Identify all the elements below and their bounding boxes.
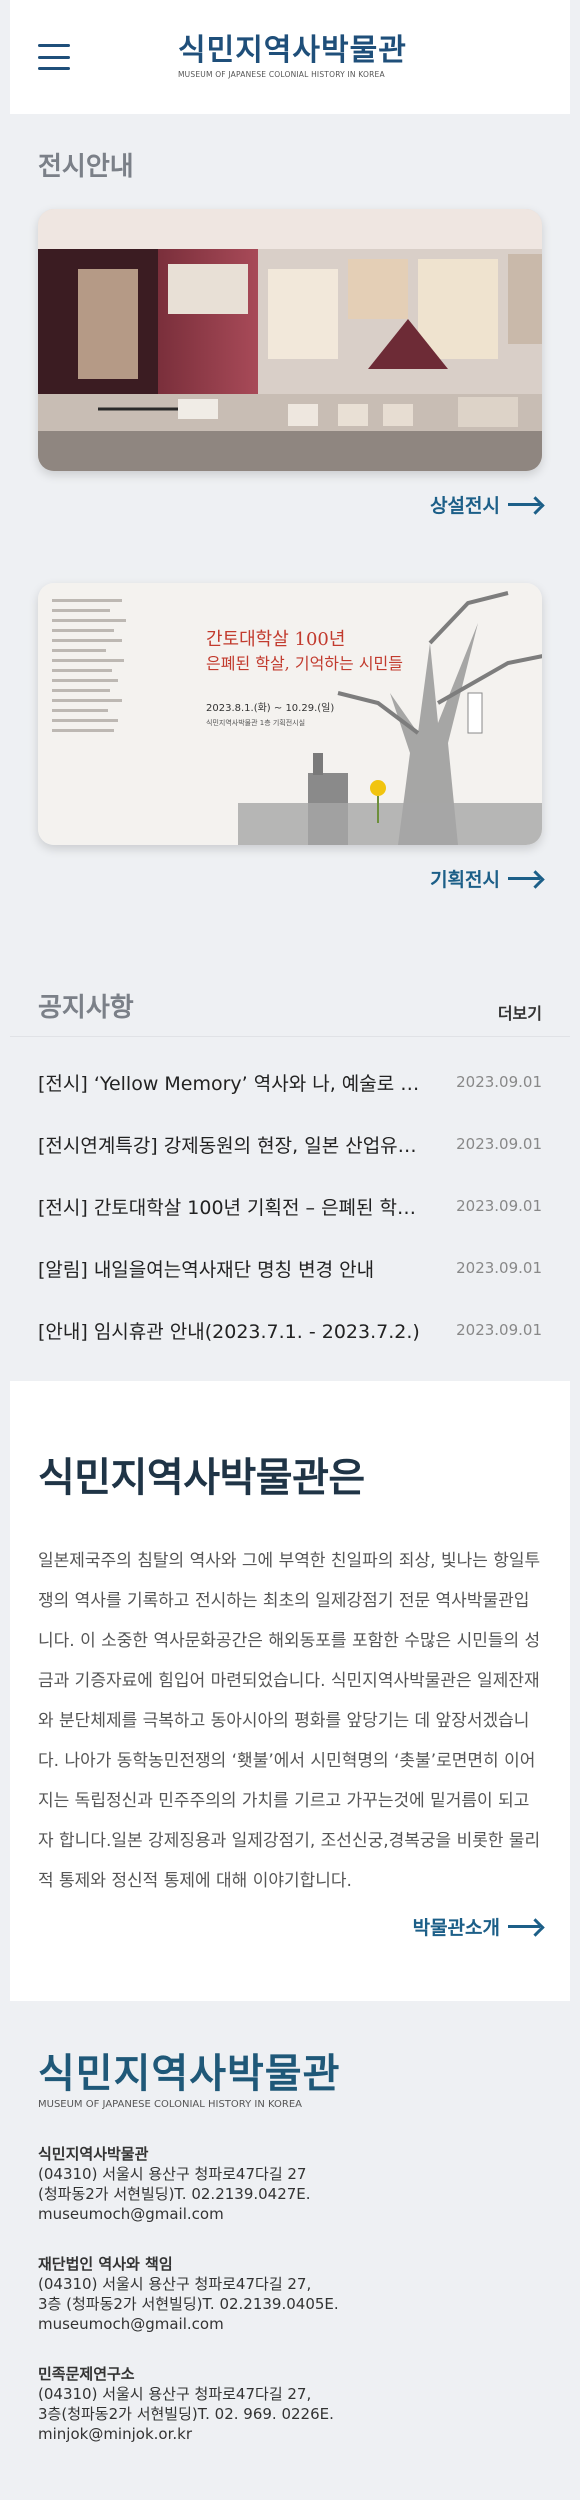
footer-logo-english: MUSEUM OF JAPANESE COLONIAL HISTORY IN K…	[38, 2099, 302, 2110]
footer-org-address: (04310) 서울시 용산구 청파로47다길 27	[38, 2165, 307, 2183]
notice-item-title: [알림] 내일을여는역사재단 명칭 변경 안내	[38, 1258, 375, 1281]
footer-org-email[interactable]: minjok@minjok.or.kr	[38, 2424, 542, 2444]
about-title: 식민지역사박물관은	[38, 1455, 365, 1501]
list-item[interactable]: [전시연계특강] 강제동원의 현장, 일본 산업유산을 가다 2023.09.0…	[38, 1113, 542, 1175]
permanent-exhibition-link[interactable]: 상설전시	[38, 489, 542, 519]
notice-item-title: [안내] 임시휴관 안내(2023.7.1. - 2023.7.2.)	[38, 1320, 420, 1343]
notice-item-title: [전시연계특강] 강제동원의 현장, 일본 산업유산을 가다	[38, 1134, 428, 1157]
footer-org-email[interactable]: museumoch@gmail.com	[38, 2314, 542, 2334]
about-text: 일본제국주의 침탈의 역사와 그에 부역한 친일파의 죄상, 빛나는 항일투쟁의…	[38, 1551, 541, 1891]
permanent-exhibition-label: 상설전시	[430, 494, 500, 517]
site-footer: 식민지역사박물관 MUSEUM OF JAPANESE COLONIAL HIS…	[10, 2001, 570, 2484]
notice-section: 공지사항 더보기 [전시] ‘Yellow Memory’ 역사와 나, 예술로…	[10, 913, 570, 1381]
footer-org-name: 민족문제연구소	[38, 2365, 135, 2383]
list-item[interactable]: [전시] 간토대학살 100년 기획전 – 은폐된 학살, 기억하는 시민들 2…	[38, 1175, 542, 1237]
arrow-right-icon	[508, 1919, 542, 1933]
more-link[interactable]: 더보기	[498, 1000, 542, 1024]
notice-title: 공지사항	[38, 993, 134, 1023]
footer-org-block: 민족문제연구소 (04310) 서울시 용산구 청파로47다길 27, 3층(청…	[38, 2364, 542, 2444]
special-exhibition-poster[interactable]: 간토대학살 100년 은폐된 학살, 기억하는 시민들 2023.8.1.(화)…	[38, 583, 542, 845]
site-logo[interactable]: 식민지역사박물관 MUSEUM OF JAPANESE COLONIAL HIS…	[178, 33, 407, 80]
footer-org-block: 식민지역사박물관 (04310) 서울시 용산구 청파로47다길 27 (청파동…	[38, 2144, 542, 2224]
list-item[interactable]: [전시] ‘Yellow Memory’ 역사와 나, 예술로 잇는 이야기 2…	[38, 1051, 542, 1113]
notice-item-title: [전시] ‘Yellow Memory’ 역사와 나, 예술로 잇는 이야기	[38, 1072, 428, 1095]
notice-item-date: 2023.09.01	[456, 1321, 542, 1339]
permanent-exhibition-image[interactable]	[38, 209, 542, 471]
notice-item-date: 2023.09.01	[456, 1259, 542, 1277]
arrow-right-icon	[508, 497, 542, 511]
notice-item-date: 2023.09.01	[456, 1073, 542, 1091]
notice-item-title: [전시] 간토대학살 100년 기획전 – 은폐된 학살, 기억하는 시민들	[38, 1196, 428, 1219]
notice-item-date: 2023.09.01	[456, 1135, 542, 1153]
footer-org-block: 재단법인 역사와 책임 (04310) 서울시 용산구 청파로47다길 27, …	[38, 2254, 542, 2334]
about-section: 식민지역사박물관은 일본제국주의 침탈의 역사와 그에 부역한 친일파의 죄상,…	[10, 1381, 570, 2001]
poster-venue: 식민지역사박물관 1층 기획전시실	[206, 718, 305, 727]
footer-org-contact: 3층 (청파동2가 서현빌딩)T. 02.2139.0405E.	[38, 2295, 339, 2313]
logo-korean: 식민지역사박물관	[178, 33, 407, 68]
notice-item-date: 2023.09.01	[456, 1197, 542, 1215]
footer-org-name: 식민지역사박물관	[38, 2145, 149, 2163]
footer-logo: 식민지역사박물관 MUSEUM OF JAPANESE COLONIAL HIS…	[38, 2051, 542, 2110]
footer-org-address: (04310) 서울시 용산구 청파로47다길 27,	[38, 2385, 312, 2403]
list-item[interactable]: [안내] 임시휴관 안내(2023.7.1. - 2023.7.2.) 2023…	[38, 1299, 542, 1361]
footer-logo-korean: 식민지역사박물관	[38, 2051, 341, 2097]
footer-org-contact: 3층(청파동2가 서현빌딩)T. 02. 969. 0226E.	[38, 2405, 334, 2423]
poster-date: 2023.8.1.(화) ~ 10.29.(일)	[206, 702, 334, 714]
site-header: 식민지역사박물관 MUSEUM OF JAPANESE COLONIAL HIS…	[10, 0, 570, 114]
list-item[interactable]: [알림] 내일을여는역사재단 명칭 변경 안내 2023.09.01	[38, 1237, 542, 1299]
poster-title-line2: 은폐된 학살, 기억하는 시민들	[206, 654, 403, 673]
poster-title-line1: 간토대학살 100년	[206, 629, 345, 650]
about-link-label: 박물관소개	[412, 1916, 500, 1939]
exhibition-section: 전시안내 상설전시 간토대학살 100년 은폐된 학살, 기억하는 시민들 20…	[10, 114, 570, 913]
footer-org-address: (04310) 서울시 용산구 청파로47다길 27,	[38, 2275, 312, 2293]
hamburger-menu-icon[interactable]	[38, 44, 70, 70]
special-exhibition-link[interactable]: 기획전시	[38, 863, 542, 893]
notice-list: [전시] ‘Yellow Memory’ 역사와 나, 예술로 잇는 이야기 2…	[10, 1037, 570, 1381]
about-link[interactable]: 박물관소개	[38, 1911, 542, 1941]
arrow-right-icon	[508, 871, 542, 885]
notice-header: 공지사항 더보기	[10, 913, 570, 1037]
footer-org-name: 재단법인 역사와 책임	[38, 2255, 173, 2273]
special-exhibition-label: 기획전시	[430, 868, 500, 891]
footer-org-email[interactable]: museumoch@gmail.com	[38, 2204, 542, 2224]
footer-org-contact: (청파동2가 서현빌딩)T. 02.2139.0427E.	[38, 2185, 311, 2203]
logo-english: MUSEUM OF JAPANESE COLONIAL HISTORY IN K…	[178, 70, 385, 79]
exhibition-title: 전시안내	[38, 152, 134, 182]
page: 식민지역사박물관 MUSEUM OF JAPANESE COLONIAL HIS…	[0, 0, 580, 2500]
